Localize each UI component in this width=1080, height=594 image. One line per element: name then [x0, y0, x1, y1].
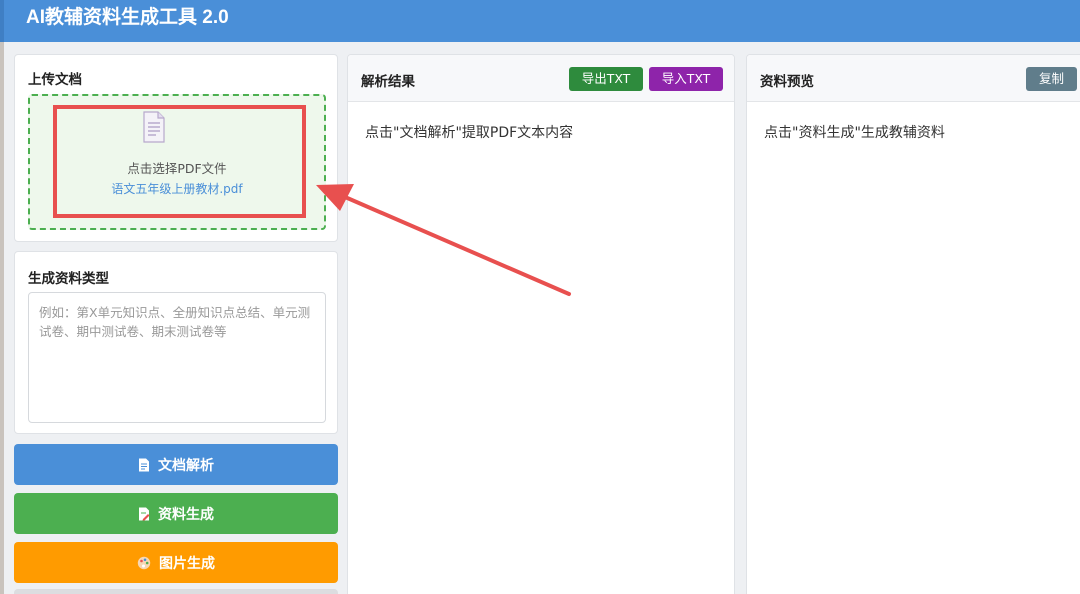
left-edge-strip: [0, 42, 4, 594]
parse-document-label: 文档解析: [158, 457, 214, 474]
material-type-panel: 生成资料类型: [14, 251, 338, 434]
parse-document-button[interactable]: 文档解析: [14, 444, 338, 485]
generate-image-label: 图片生成: [159, 555, 215, 572]
upload-panel: 上传文档 点击选择PDF文件 语文五年级上册教材.pdf: [14, 54, 338, 242]
edit-document-icon: [139, 507, 150, 520]
document-icon: [139, 458, 149, 471]
material-preview-placeholder: 点击"资料生成"生成教辅资料: [764, 125, 945, 141]
parse-result-placeholder: 点击"文档解析"提取PDF文本内容: [365, 125, 574, 141]
generate-material-label: 资料生成: [158, 506, 214, 523]
material-type-title: 生成资料类型: [28, 271, 109, 287]
export-txt-button[interactable]: 导出TXT: [569, 67, 643, 91]
next-button-partial[interactable]: [14, 589, 338, 594]
palette-icon: [137, 556, 151, 569]
material-type-input[interactable]: [28, 292, 326, 423]
import-txt-button[interactable]: 导入TXT: [649, 67, 723, 91]
generate-image-button[interactable]: 图片生成: [14, 542, 338, 583]
parse-result-panel: 解析结果 导出TXT 导入TXT 点击"文档解析"提取PDF文本内容: [347, 54, 735, 594]
pdf-dropzone[interactable]: 点击选择PDF文件 语文五年级上册教材.pdf: [28, 94, 326, 230]
app-title: AI教辅资料生成工具 2.0: [0, 0, 1080, 42]
parse-result-title: 解析结果: [361, 74, 415, 90]
material-preview-panel: 资料预览 复制 点击"资料生成"生成教辅资料: [746, 54, 1080, 594]
dropzone-prompt: 点击选择PDF文件: [127, 161, 227, 176]
parse-result-header: 解析结果 导出TXT 导入TXT: [348, 55, 734, 102]
copy-button[interactable]: 复制: [1026, 67, 1077, 91]
upload-title: 上传文档: [28, 72, 82, 88]
material-preview-header: 资料预览 复制: [747, 55, 1080, 102]
generate-material-button[interactable]: 资料生成: [14, 493, 338, 534]
selected-file-name: 语文五年级上册教材.pdf: [111, 182, 243, 196]
file-icon: [143, 111, 165, 143]
material-preview-title: 资料预览: [760, 74, 814, 90]
